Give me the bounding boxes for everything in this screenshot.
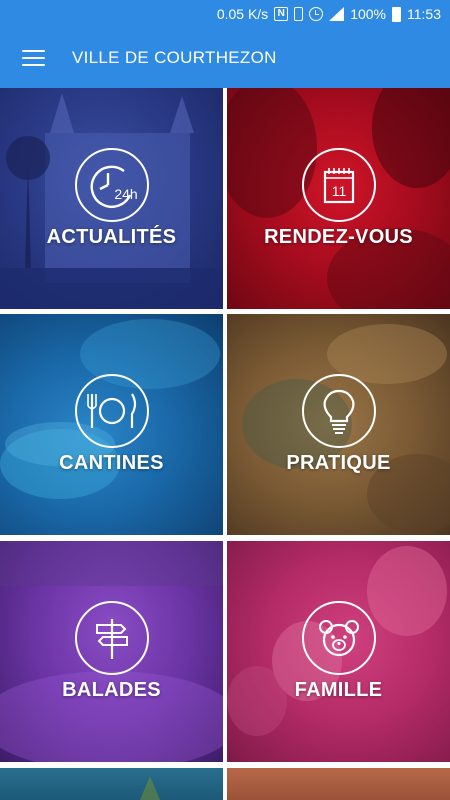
clock-24h-icon: 24h [74,148,149,222]
signal-icon [329,0,345,28]
alarm-icon [309,0,324,28]
clock-time: 11:53 [407,6,441,22]
tile-partial-left[interactable] [0,768,223,800]
bear-face-icon [301,601,376,675]
battery-icon [392,0,401,28]
signpost-icon [74,601,149,675]
tile-label-pratique: PRATIQUE [286,452,391,474]
tile-pratique[interactable]: PRATIQUE [227,314,450,535]
tile-balades[interactable]: BALADES [0,541,223,762]
status-bar: 0.05 K/s N 100% 11:53 [0,0,450,28]
fork-plate-knife-icon [74,374,149,448]
tile-partial-right[interactable] [227,768,450,800]
calendar-icon: 11 [301,148,376,222]
lightbulb-icon [301,374,376,448]
svg-text:11: 11 [331,183,346,199]
tile-famille[interactable]: FAMILLE [227,541,450,762]
partial-background-image [140,776,160,800]
network-speed: 0.05 K/s [216,6,269,22]
tile-rendez-vous[interactable]: 11 RENDEZ-VOUS [227,88,450,309]
tile-cantines[interactable]: CANTINES [0,314,223,535]
tile-label-cantines: CANTINES [59,452,164,474]
tile-label-rendez-vous: RENDEZ-VOUS [264,226,413,248]
menu-button[interactable] [0,28,72,88]
app-title: VILLE DE COURTHEZON [72,48,277,67]
nfc-icon: N [274,0,289,28]
tile-actualites[interactable]: 24h ACTUALITÉS [0,88,223,309]
tile-label-balades: BALADES [62,679,161,701]
tile-label-actualites: ACTUALITÉS [46,226,177,248]
tile-label-famille: FAMILLE [294,679,383,701]
menu-grid: 24h ACTUALITÉS 11 RENDEZ-VOUS CANTINES P… [0,88,450,800]
hamburger-menu-icon [22,49,45,67]
vibrate-icon [294,0,304,28]
battery-percent: 100% [350,6,386,22]
app-bar: VILLE DE COURTHEZON [0,28,450,88]
svg-text:24h: 24h [114,186,137,202]
